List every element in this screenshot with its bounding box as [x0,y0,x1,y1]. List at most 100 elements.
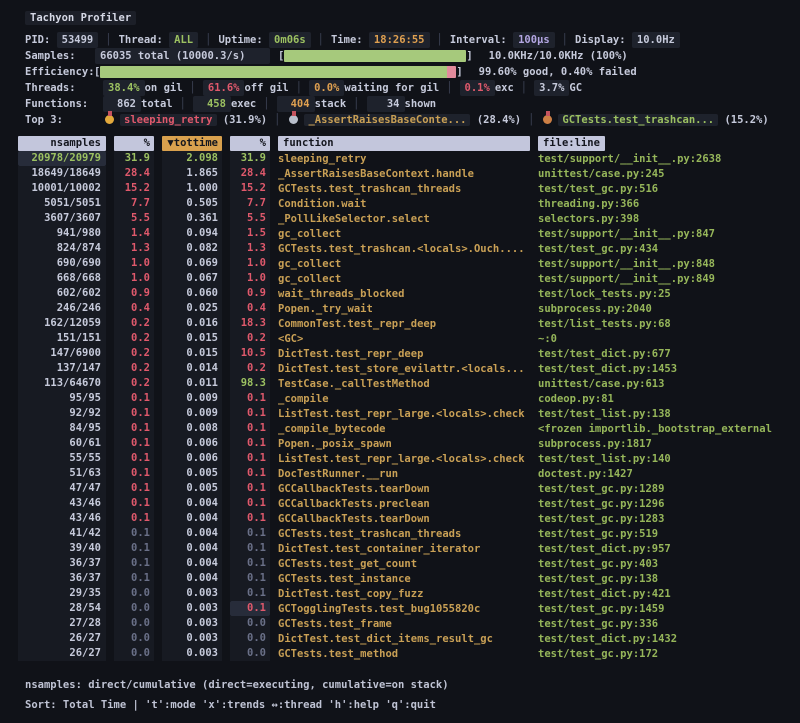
cell-function: GCTests.test_frame [278,616,530,632]
table-row[interactable]: 47/470.10.0050.1GCCallbackTests.tearDown… [0,481,800,496]
cell-tottime: 0.009 [162,391,222,406]
column-header-tottime-sorted[interactable]: ▼tottime [162,136,222,151]
table-row[interactable]: 3607/36075.50.3615.5_PollLikeSelector.se… [0,211,800,226]
table-row[interactable]: 147/69000.20.01510.5DictTest.test_repr_d… [0,346,800,361]
cell-file-line: test/list_tests.py:68 [538,316,800,332]
table-row[interactable]: 824/8741.30.0821.3GCTests.test_trashcan.… [0,241,800,256]
table-row[interactable]: 27/280.00.0030.0GCTests.test_frametest/t… [0,616,800,631]
table-row[interactable]: 10001/1000215.21.00015.2GCTests.test_tra… [0,181,800,196]
cell-function: GCTests.test_trashcan.<locals>.Ouch.... [278,241,530,257]
cell-file-line: threading.py:366 [538,196,800,212]
cell-function: _compile_bytecode [278,421,530,437]
table-row[interactable]: 690/6901.00.0691.0gc_collecttest/support… [0,256,800,271]
table-row[interactable]: 36/370.10.0040.1GCTests.test_instancetes… [0,571,800,586]
table-row[interactable]: 20978/2097931.92.09831.9sleeping_retryte… [0,151,800,166]
table-row[interactable]: 941/9801.40.0941.5gc_collecttest/support… [0,226,800,241]
table-row[interactable]: 5051/50517.70.5057.7Condition.waitthread… [0,196,800,211]
cell-pct-cumulative: 0.1 [230,436,270,451]
cell-function: gc_collect [278,256,530,272]
cell-pct-direct: 0.1 [114,481,154,496]
functions-shown-suffix: shown [405,96,437,112]
cell-pct-direct: 5.5 [114,211,154,226]
cell-file-line: test/test_gc.py:519 [538,526,800,542]
divider: │ [205,32,211,48]
threads-line: Threads: 38.4% on gil │ 61.6% off gil │ … [0,80,800,96]
table-row[interactable]: 55/550.10.0060.1ListTest.test_repr_large… [0,451,800,466]
cell-nsamples: 137/147 [18,361,106,376]
column-header-function[interactable]: function [278,136,530,151]
bronze-medal-icon [543,115,552,124]
table-row[interactable]: 246/2460.40.0250.4Popen._try_waitsubproc… [0,301,800,316]
cell-pct-cumulative: 0.1 [230,451,270,466]
cell-pct-direct: 1.0 [114,256,154,271]
table-row[interactable]: 26/270.00.0030.0GCTests.test_methodtest/… [0,646,800,661]
cell-tottime: 0.014 [162,361,222,376]
cell-nsamples: 51/63 [18,466,106,481]
table-row[interactable]: 60/610.10.0060.1Popen._posix_spawnsubpro… [0,436,800,451]
cell-tottime: 0.005 [162,466,222,481]
display-value: 10.0Hz [632,32,680,48]
cell-pct-cumulative: 0.1 [230,466,270,481]
cell-function: DictTest.test_store_evilattr.<locals... [278,361,530,377]
table-body: 20978/2097931.92.09831.9sleeping_retryte… [0,151,800,661]
table-row[interactable]: 29/350.00.0030.1DictTest.test_copy_fuzzt… [0,586,800,601]
functions-stack-value: 404 [277,96,315,112]
cell-pct-direct: 0.2 [114,346,154,361]
column-header-pct-direct[interactable]: % [114,136,154,151]
cell-nsamples: 43/46 [18,511,106,526]
cell-pct-cumulative: 18.3 [230,316,270,331]
table-row[interactable]: 43/460.10.0040.1GCCallbackTests.preclean… [0,496,800,511]
cell-function: TestCase._callTestMethod [278,376,530,392]
thread-value[interactable]: ALL [169,32,198,48]
table-row[interactable]: 51/630.10.0050.1DocTestRunner.__rundocte… [0,466,800,481]
cell-file-line: test/test_gc.py:1289 [538,481,800,497]
table-row[interactable]: 602/6020.90.0600.9wait_threads_blockedte… [0,286,800,301]
cell-function: _PollLikeSelector.select [278,211,530,227]
cell-file-line: test/test_gc.py:1296 [538,496,800,512]
cell-tottime: 0.060 [162,286,222,301]
table-row[interactable]: 151/1510.20.0150.2<GC>~:0 [0,331,800,346]
cell-pct-direct: 0.2 [114,376,154,391]
table-row[interactable]: 43/460.10.0040.1GCCallbackTests.tearDown… [0,511,800,526]
cell-file-line: codeop.py:81 [538,391,800,407]
cell-pct-cumulative: 0.1 [230,541,270,556]
cell-tottime: 0.003 [162,631,222,646]
table-row[interactable]: 39/400.10.0040.1DictTest.test_container_… [0,541,800,556]
cell-pct-direct: 1.4 [114,226,154,241]
column-header-nsamples[interactable]: nsamples [18,136,106,151]
table-row[interactable]: 113/646700.20.01198.3TestCase._callTestM… [0,376,800,391]
table-row[interactable]: 41/420.10.0040.1GCTests.test_trashcan_th… [0,526,800,541]
efficiency-note: 99.60% good, 0.40% failed [479,64,637,80]
table-row[interactable]: 28/540.00.0030.1GCTogglingTests.test_bug… [0,601,800,616]
cell-nsamples: 113/64670 [18,376,106,391]
cell-file-line: test/support/__init__.py:847 [538,226,800,242]
table-row[interactable]: 668/6681.00.0671.0gc_collecttest/support… [0,271,800,286]
cell-function: <GC> [278,331,530,347]
table-row[interactable]: 36/370.10.0040.1GCTests.test_get_countte… [0,556,800,571]
cell-pct-cumulative: 0.0 [230,631,270,646]
top3-name-1: sleeping_retry [120,114,217,126]
cell-file-line: test/test_dict.py:1432 [538,631,800,647]
column-header-file-line[interactable]: file:line [538,136,605,151]
silver-medal-icon [289,115,298,124]
column-header-pct-cumulative[interactable]: % [230,136,270,151]
cell-file-line: doctest.py:1427 [538,466,800,482]
cell-pct-direct: 31.9 [114,151,154,166]
table-row[interactable]: 137/1470.20.0140.2DictTest.test_store_ev… [0,361,800,376]
cell-file-line: test/test_gc.py:516 [538,181,800,197]
table-row[interactable]: 92/920.10.0090.1ListTest.test_repr_large… [0,406,800,421]
table-row[interactable]: 95/950.10.0090.1_compilecodeop.py:81 [0,391,800,406]
table-row[interactable]: 84/950.10.0080.1_compile_bytecode<frozen… [0,421,800,436]
table-row[interactable]: 26/270.00.0030.0DictTest.test_dict_items… [0,631,800,646]
cell-function: ListTest.test_repr_large.<locals>.check [278,406,530,422]
cell-file-line: test/test_dict.py:1453 [538,361,800,377]
cell-function: DictTest.test_repr_deep [278,346,530,362]
footer: nsamples: direct/cumulative (direct=exec… [0,675,800,715]
table-row[interactable]: 162/120590.20.01618.3CommonTest.test_rep… [0,316,800,331]
cell-tottime: 0.082 [162,241,222,256]
cell-tottime: 0.004 [162,556,222,571]
table-row[interactable]: 18649/1864928.41.86528.4_AssertRaisesBas… [0,166,800,181]
cell-nsamples: 29/35 [18,586,106,601]
cell-pct-direct: 0.1 [114,466,154,481]
samples-label: Samples: [25,48,85,64]
